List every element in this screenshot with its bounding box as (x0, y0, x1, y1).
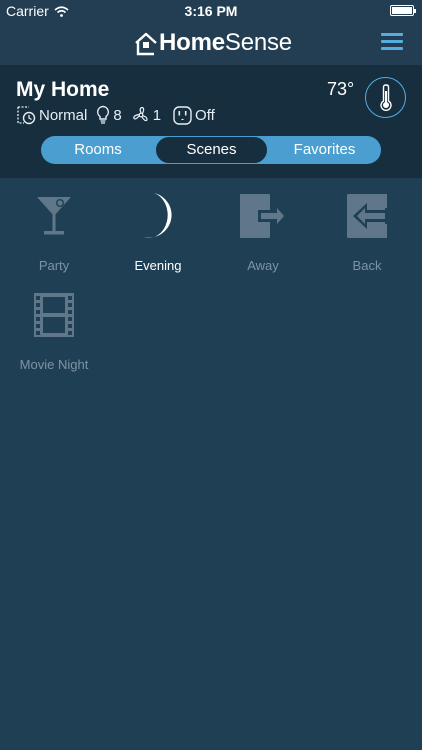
moon-icon (144, 193, 172, 238)
scene-back[interactable]: Back (314, 190, 420, 280)
mode-label: Normal (39, 106, 88, 124)
scene-label: Movie Night (19, 357, 89, 372)
view-segmented-control: Rooms Scenes Favorites (41, 136, 381, 164)
outlet-status: Off (173, 105, 215, 125)
nav-bar: Home Sense (0, 22, 422, 65)
tab-scenes[interactable]: Scenes (155, 136, 268, 164)
home-title: My Home (16, 78, 110, 101)
mode-status: Normal (16, 105, 87, 125)
film-strip-icon (34, 293, 74, 337)
scene-label: Back (352, 258, 382, 273)
scene-label: Party (38, 258, 70, 273)
home-status-row: Normal 8 1 Off (16, 105, 215, 125)
app-logo: Home Sense (134, 26, 292, 56)
tab-rooms[interactable]: Rooms (41, 136, 155, 164)
logo-word-sense: Sense (224, 29, 292, 56)
schedule-clock-icon (17, 106, 36, 125)
cocktail-icon (37, 197, 71, 235)
outlet-state: Off (195, 106, 215, 124)
light-bulb-icon (97, 105, 110, 124)
tab-favorites[interactable]: Favorites (268, 136, 381, 164)
fan-icon (132, 106, 148, 122)
scene-evening[interactable]: Evening (105, 190, 211, 280)
lights-count: 8 (113, 106, 122, 124)
thermostat-button[interactable] (365, 77, 406, 118)
status-bar: Carrier 3:16 PM (0, 0, 422, 22)
thermometer-icon (379, 83, 392, 111)
house-logo-icon (135, 32, 157, 56)
hamburger-icon[interactable] (381, 33, 403, 51)
scene-label: Away (247, 258, 279, 273)
exit-door-icon (240, 194, 286, 238)
temperature-readout: 73° (327, 79, 355, 99)
status-time: 3:16 PM (184, 3, 238, 19)
logo-word-home: Home (159, 29, 225, 56)
scene-label: Evening (134, 258, 182, 273)
scene-movie-night[interactable]: Movie Night (1, 289, 107, 379)
battery-icon (390, 5, 416, 16)
lights-status: 8 (96, 105, 122, 125)
outlet-icon (173, 105, 192, 125)
enter-door-icon (347, 194, 387, 238)
fans-status: 1 (132, 106, 161, 124)
fans-count: 1 (152, 106, 162, 124)
scene-party[interactable]: Party (1, 190, 107, 280)
scene-away[interactable]: Away (210, 190, 316, 280)
home-header: My Home 73° Normal 8 1 Off Rooms Scenes … (0, 65, 422, 178)
